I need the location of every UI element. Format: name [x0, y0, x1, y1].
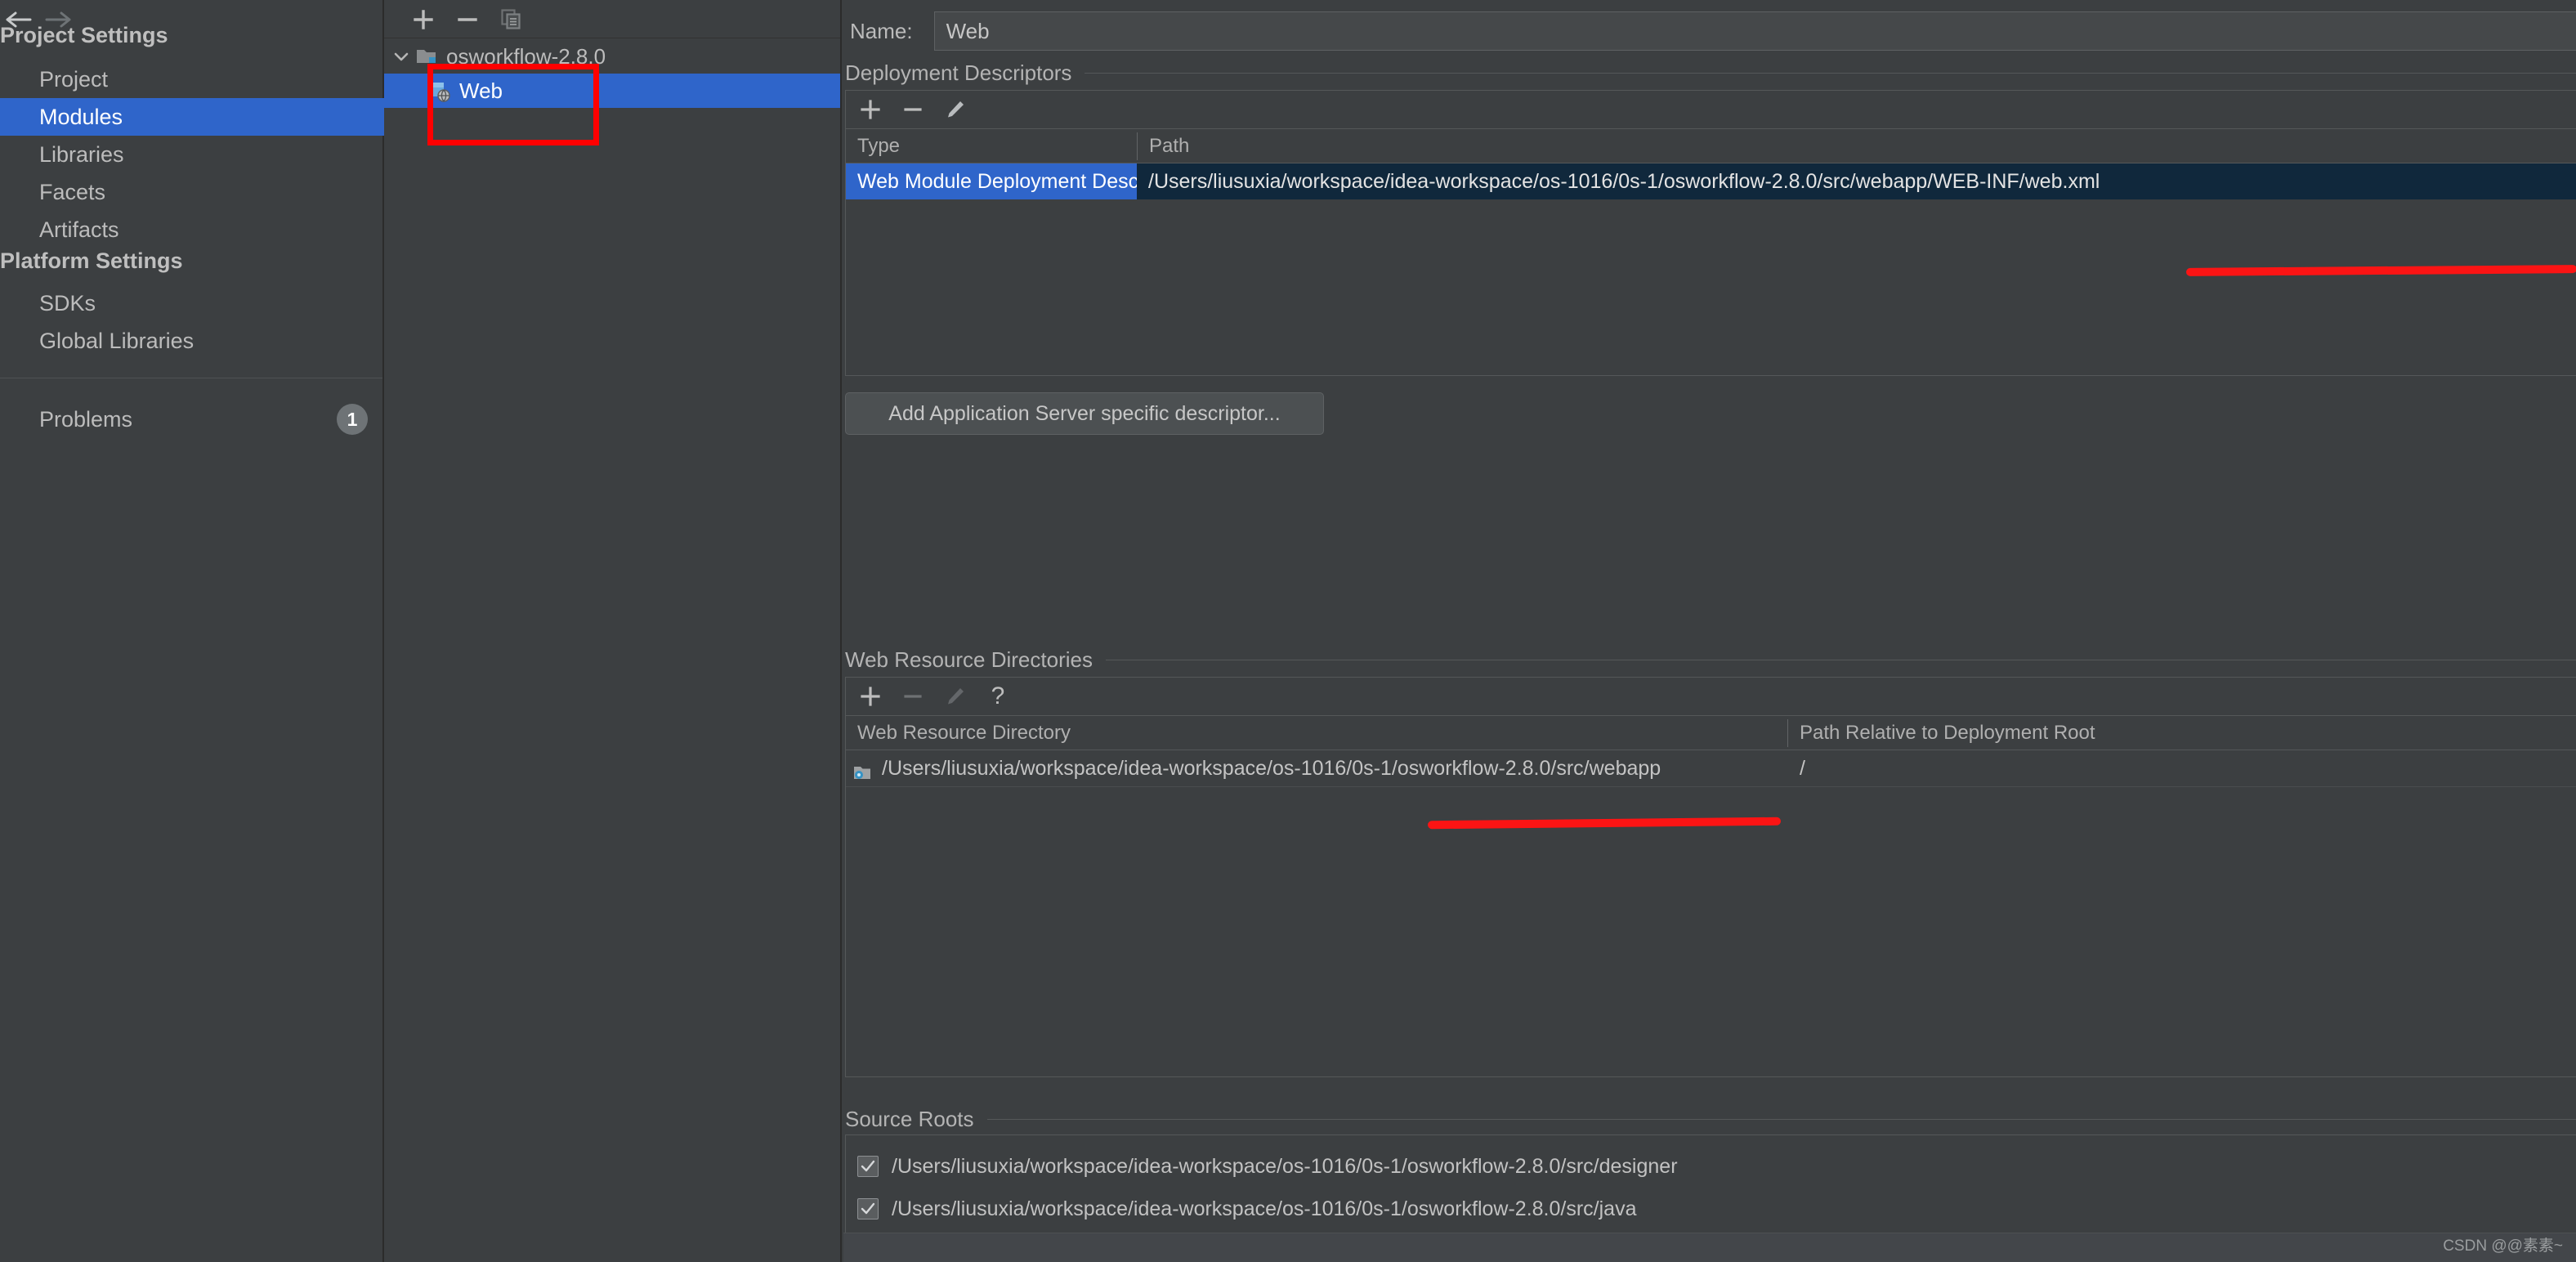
add-application-server-descriptor-button[interactable]: Add Application Server specific descript… — [845, 392, 1324, 435]
web-resource-directory-path: /Users/liusuxia/workspace/idea-workspace… — [882, 757, 1661, 780]
modules-tree: osworkflow-2.8.0 Web — [384, 39, 840, 108]
module-name-input[interactable]: Web — [933, 11, 2576, 51]
add-descriptor-button[interactable] — [854, 94, 887, 125]
descriptor-type-cell[interactable]: Web Module Deployment Descriptor — [846, 163, 1137, 199]
source-root-item[interactable]: /Users/liusuxia/workspace/idea-workspace… — [857, 1150, 1678, 1183]
web-module-icon — [428, 80, 453, 102]
sidebar-section-platform-settings: Platform Settings — [0, 248, 183, 273]
web-resource-relative-path-cell[interactable]: / — [1788, 750, 2576, 786]
tree-node-label: osworkflow-2.8.0 — [446, 43, 606, 69]
folder-icon — [415, 46, 440, 67]
chevron-down-icon[interactable] — [387, 51, 415, 62]
tree-row-web[interactable]: Web — [384, 74, 840, 108]
modules-tree-panel: osworkflow-2.8.0 Web — [384, 0, 842, 1262]
deployment-descriptors-toolbar — [846, 91, 2576, 129]
sidebar-item-project[interactable]: Project — [0, 60, 384, 98]
module-name-row: Name: Web — [843, 10, 2576, 52]
column-header-type[interactable]: Type — [846, 129, 1137, 163]
table-row[interactable]: Web Module Deployment Descriptor /Users/… — [846, 163, 2576, 199]
section-rule — [986, 1118, 2576, 1120]
web-resource-directory-cell[interactable]: /Users/liusuxia/workspace/idea-workspace… — [846, 750, 1787, 786]
source-root-label: /Users/liusuxia/workspace/idea-workspace… — [892, 1197, 1637, 1220]
modules-tree-toolbar — [384, 0, 840, 38]
deployment-descriptors-section-header: Deployment Descriptors — [843, 59, 2576, 87]
web-resource-directories-panel: ? Web Resource Directory Path Relative t… — [845, 677, 2576, 1077]
column-header-path[interactable]: Path — [1138, 129, 2576, 163]
column-header-web-resource-directory[interactable]: Web Resource Directory — [846, 716, 1787, 750]
section-title: Deployment Descriptors — [845, 60, 1072, 85]
problems-count-badge: 1 — [337, 404, 368, 435]
add-web-resource-button[interactable] — [854, 681, 887, 712]
source-roots-panel: /Users/liusuxia/workspace/idea-workspace… — [845, 1134, 2576, 1249]
sidebar-item-label: Project — [39, 67, 109, 92]
sidebar-item-label: Artifacts — [39, 217, 119, 242]
row-divider — [846, 786, 2576, 787]
sidebar-item-label: Global Libraries — [39, 329, 195, 353]
section-title: Source Roots — [845, 1106, 974, 1131]
pencil-icon[interactable] — [939, 681, 972, 712]
sidebar-item-modules[interactable]: Modules — [0, 98, 384, 136]
tree-row-osworkflow[interactable]: osworkflow-2.8.0 — [384, 39, 840, 74]
tree-node-label: Web — [459, 78, 503, 103]
source-roots-section-header: Source Roots — [843, 1105, 2576, 1133]
descriptor-path-cell[interactable]: /Users/liusuxia/workspace/idea-workspace… — [1137, 163, 2576, 199]
sidebar-item-facets[interactable]: Facets — [0, 173, 384, 211]
sidebar-item-global-libraries[interactable]: Global Libraries — [0, 322, 384, 360]
checkbox-checked-icon[interactable] — [857, 1198, 879, 1219]
deployment-descriptors-panel: Type Path Web Module Deployment Descript… — [845, 90, 2576, 376]
copy-icon[interactable] — [495, 4, 528, 35]
remove-module-button[interactable] — [451, 4, 484, 35]
remove-web-resource-button[interactable] — [897, 681, 929, 712]
module-name-label: Name: — [850, 18, 913, 43]
watermark: CSDN @@素素~ — [2443, 1237, 2563, 1255]
sidebar-section-project-settings: Project Settings — [0, 23, 168, 47]
bottom-status-strip — [843, 1233, 2576, 1262]
folder-web-icon — [852, 759, 874, 779]
section-title: Web Resource Directories — [845, 647, 1093, 672]
web-resource-directories-section-header: Web Resource Directories — [843, 646, 2576, 674]
sidebar-item-label: Facets — [39, 180, 106, 204]
sidebar-item-problems[interactable]: Problems — [0, 401, 384, 438]
module-settings-window: Project Settings Project Modules Librari… — [0, 0, 2576, 1262]
section-rule — [1085, 72, 2576, 74]
sidebar-item-libraries[interactable]: Libraries — [0, 136, 384, 173]
sidebar-item-label: Problems — [39, 407, 133, 432]
column-header-path-relative[interactable]: Path Relative to Deployment Root — [1788, 716, 2576, 750]
web-resource-table-header: Web Resource Directory Path Relative to … — [846, 716, 2576, 750]
sidebar-item-sdks[interactable]: SDKs — [0, 284, 384, 322]
settings-sidebar: Project Settings Project Modules Librari… — [0, 0, 384, 1262]
sidebar-item-label: Libraries — [39, 142, 124, 167]
add-module-button[interactable] — [407, 4, 440, 35]
web-resource-toolbar: ? — [846, 678, 2576, 716]
source-root-label: /Users/liusuxia/workspace/idea-workspace… — [892, 1154, 1678, 1178]
pencil-icon[interactable] — [939, 94, 972, 125]
table-row[interactable]: /Users/liusuxia/workspace/idea-workspace… — [846, 750, 2576, 786]
sidebar-item-artifacts[interactable]: Artifacts — [0, 211, 384, 248]
remove-descriptor-button[interactable] — [897, 94, 929, 125]
source-root-item[interactable]: /Users/liusuxia/workspace/idea-workspace… — [857, 1193, 1637, 1225]
web-facet-settings-panel: Name: Web Deployment Descriptors Type Pa… — [843, 0, 2576, 1262]
descriptors-table-header: Type Path — [846, 129, 2576, 163]
sidebar-item-label: SDKs — [39, 291, 96, 316]
sidebar-item-label: Modules — [39, 105, 123, 129]
help-web-resource-button[interactable]: ? — [982, 681, 1014, 712]
checkbox-checked-icon[interactable] — [857, 1156, 879, 1177]
